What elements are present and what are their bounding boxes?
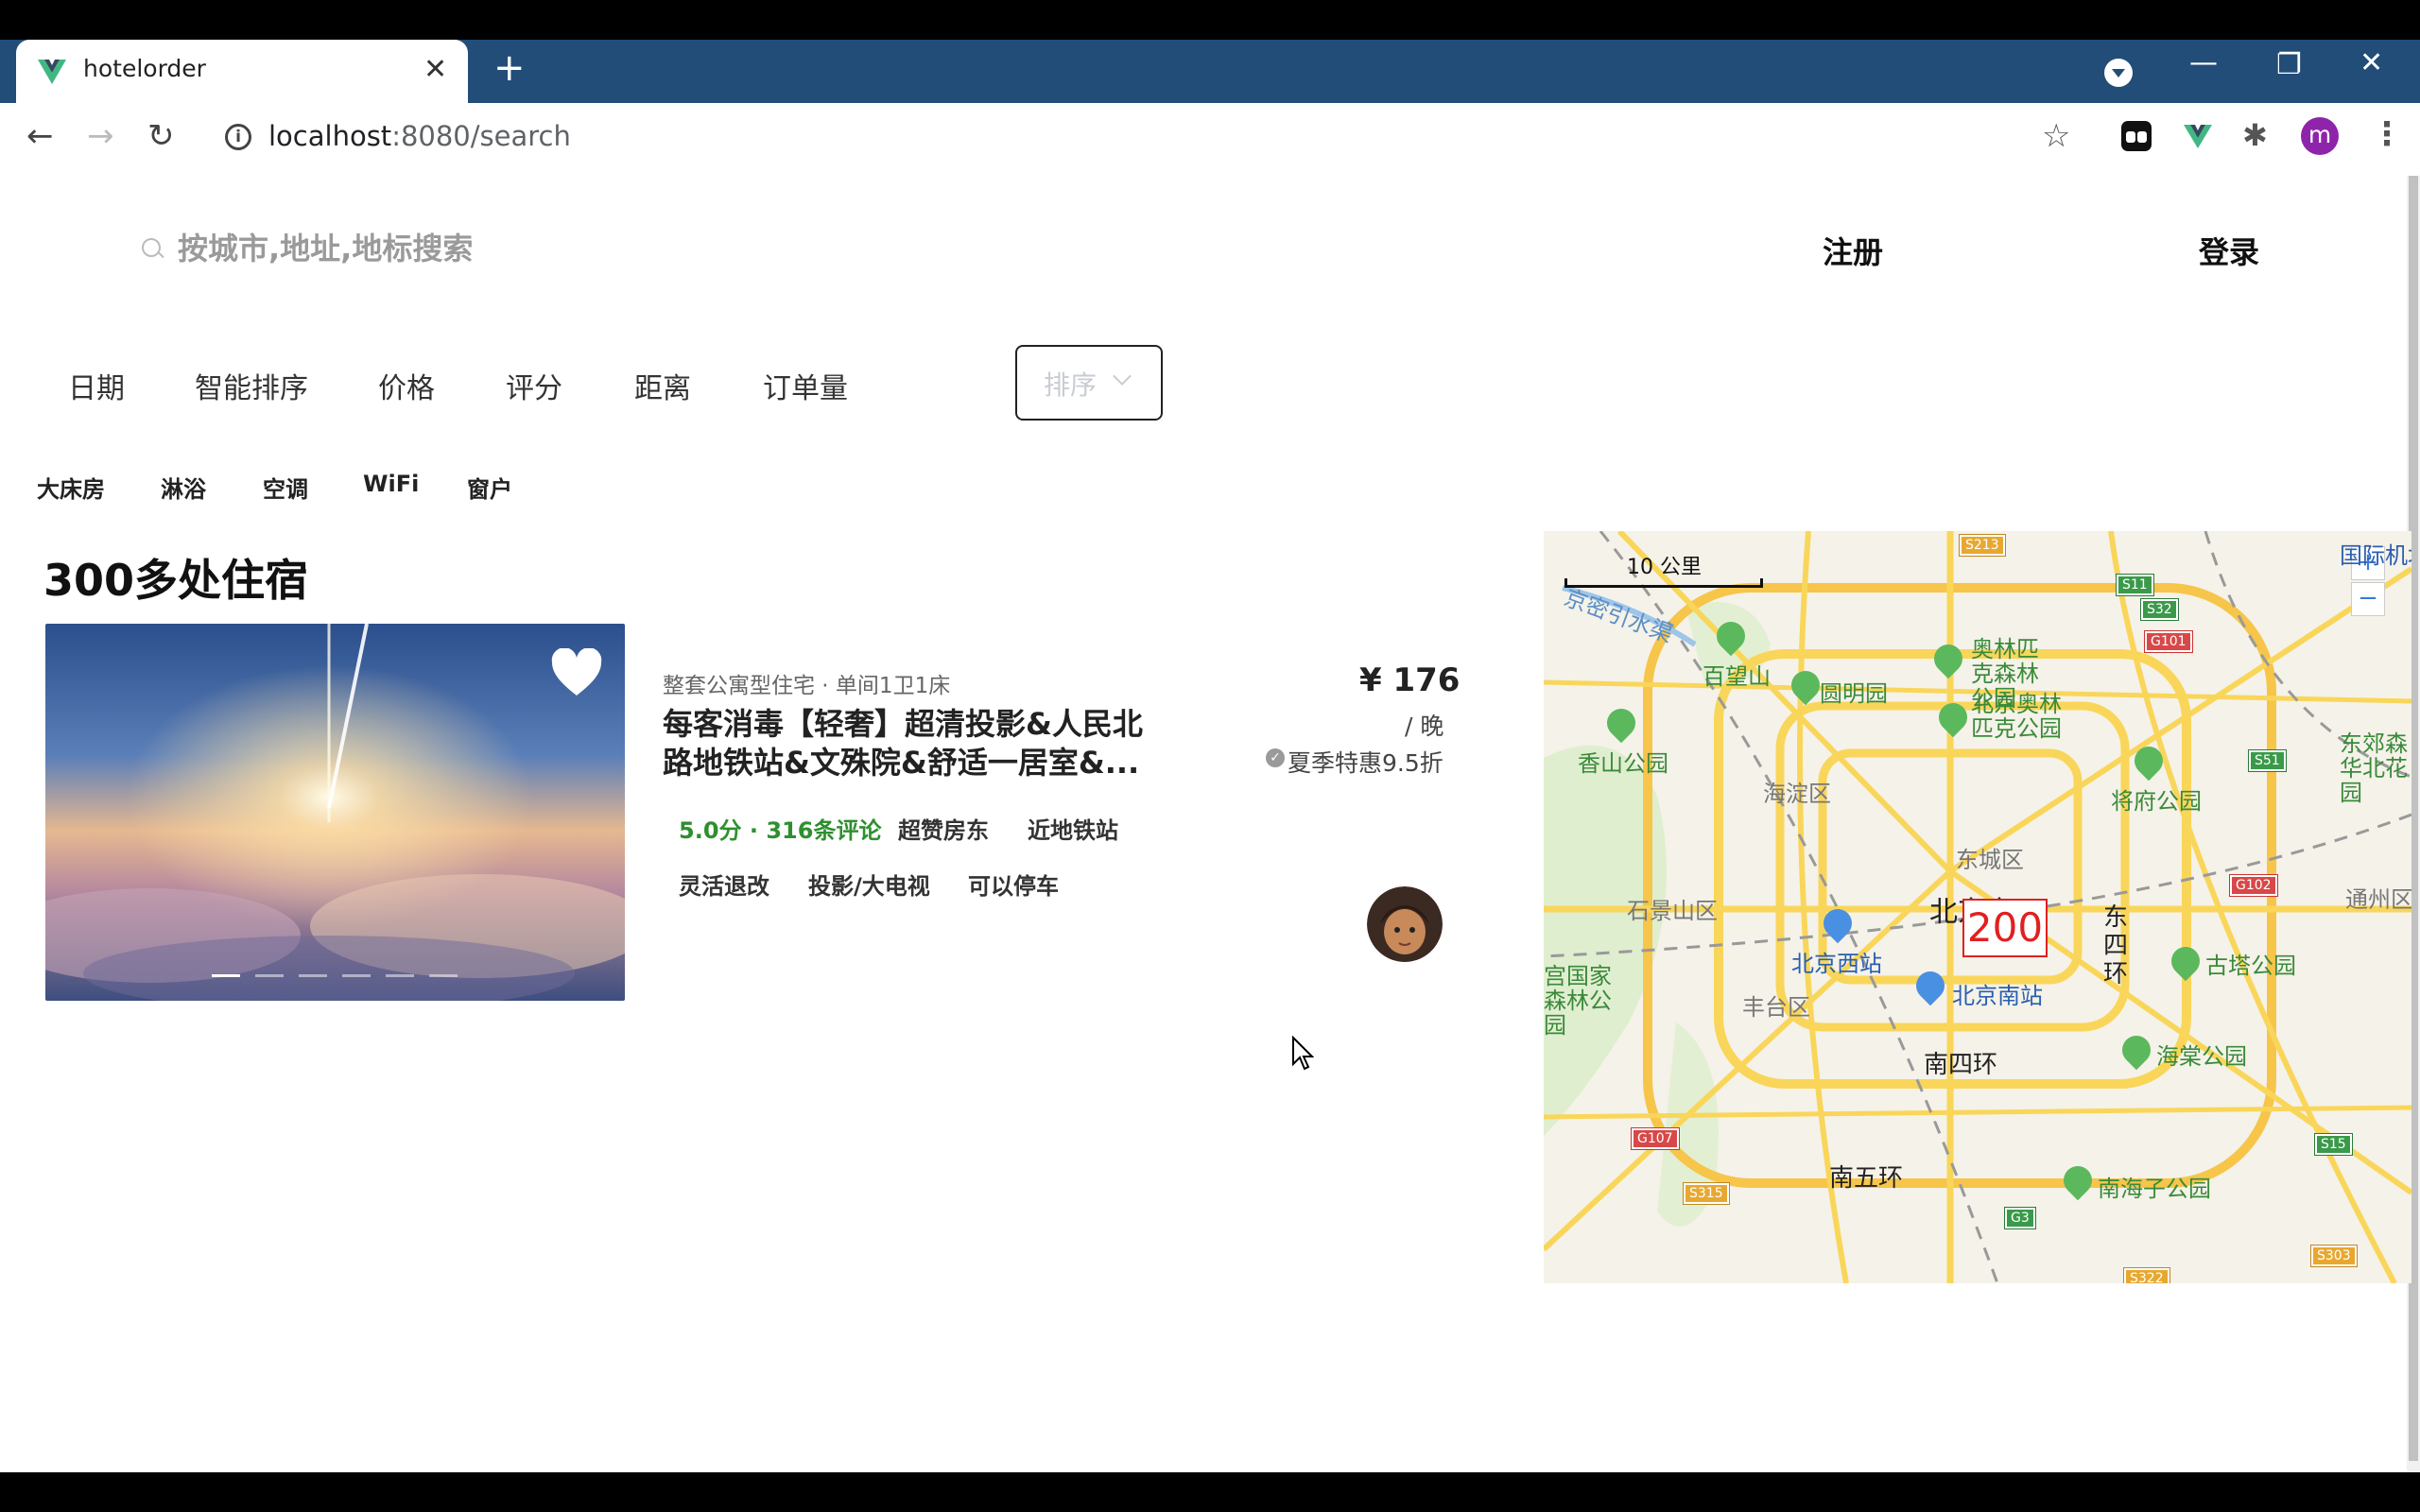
- map-label: 古塔公园: [2205, 953, 2296, 979]
- register-link[interactable]: 注册: [1823, 229, 1883, 272]
- road-badge: G102: [2229, 874, 2278, 897]
- listing-tag: 超赞房东: [898, 817, 989, 844]
- carousel-dot[interactable]: [299, 974, 327, 977]
- vue-logo-icon: [38, 60, 66, 84]
- url-host: localhost: [268, 120, 392, 152]
- results-count: 300多处住宿: [43, 555, 309, 606]
- map-label: 东郊森华北花园: [2340, 730, 2408, 806]
- filter-tab-smart-sort[interactable]: 智能排序: [195, 365, 308, 406]
- check-circle-icon: ✓: [1266, 748, 1285, 767]
- map-label: 百望山: [1703, 663, 1771, 690]
- map-label: 北京南站: [1952, 983, 2043, 1009]
- map-label: 丰台区: [1742, 994, 1810, 1021]
- map-label: 南五环: [1829, 1164, 1904, 1193]
- browser-menu-icon[interactable]: ⋮: [2371, 115, 2403, 153]
- map-label: 北京西站: [1791, 951, 1882, 977]
- discount-label: 夏季特惠9.5折: [1288, 749, 1443, 777]
- map-label: 香山公园: [1578, 750, 1668, 777]
- site-info-icon[interactable]: i: [225, 124, 251, 150]
- tab-title: hotelorder: [83, 55, 206, 82]
- restore-icon[interactable]: ❐: [2276, 51, 2302, 79]
- close-tab-icon[interactable]: ✕: [424, 53, 447, 86]
- map-scale-label: 10 公里: [1627, 556, 1702, 579]
- road-badge: S15: [2314, 1133, 2353, 1156]
- amenity-filter-shower[interactable]: 淋浴: [161, 471, 206, 504]
- amenity-filter-wifi[interactable]: WiFi: [363, 471, 419, 497]
- road-badge: G101: [2144, 630, 2193, 653]
- forward-icon[interactable]: →: [87, 117, 114, 155]
- map-label: 宫国家森林公园: [1544, 963, 1612, 1039]
- road-badge: S11: [2116, 574, 2154, 596]
- listing-tag: 投影/大电视: [808, 873, 930, 900]
- map-zoom-out-button[interactable]: −: [2351, 582, 2385, 616]
- minimize-icon[interactable]: —: [2189, 49, 2218, 77]
- road-badge: S51: [2248, 749, 2287, 772]
- road-badge: S303: [2310, 1245, 2358, 1267]
- road-badge: G3: [2004, 1207, 2036, 1229]
- map-cluster-marker[interactable]: 200: [1962, 899, 2048, 957]
- listing-photo[interactable]: [45, 624, 625, 1001]
- mouse-cursor-icon: [1292, 1036, 1314, 1071]
- extension-icon[interactable]: [2121, 121, 2152, 151]
- url-path: :8080/search: [391, 120, 571, 152]
- carousel-dot[interactable]: [342, 974, 371, 977]
- tab-search-icon[interactable]: [2104, 59, 2133, 87]
- map-label: 将府公园: [2111, 788, 2202, 815]
- filter-tab-distance[interactable]: 距离: [634, 365, 691, 406]
- profile-avatar[interactable]: m: [2301, 117, 2339, 155]
- listing-tag: 可以停车: [968, 873, 1059, 900]
- map-label: 东城区: [1956, 847, 2024, 873]
- favorite-heart-icon[interactable]: [550, 648, 603, 697]
- map-label: 通州区: [2345, 886, 2411, 913]
- listing-title[interactable]: 每客消毒【轻奢】超清投影&人民北路地铁站&文殊院&舒适一居室&...: [663, 705, 1154, 782]
- sort-placeholder: 排序: [1044, 369, 1098, 401]
- amenity-filter-bed[interactable]: 大床房: [37, 471, 105, 504]
- per-night-label: / 晚: [1405, 713, 1444, 740]
- listing-rating: 5.0分 · 316条评论: [679, 817, 882, 844]
- amenity-filter-window[interactable]: 窗户: [467, 471, 512, 504]
- reload-icon[interactable]: ↻: [147, 117, 175, 155]
- listing-type: 整套公寓型住宅 · 单间1卫1床: [663, 674, 951, 698]
- map-label: 海棠公园: [2156, 1043, 2247, 1070]
- map-label: 南海子公园: [2098, 1176, 2211, 1202]
- filter-tab-rating[interactable]: 评分: [506, 365, 562, 406]
- amenity-filter-ac[interactable]: 空调: [263, 471, 308, 504]
- host-avatar[interactable]: [1367, 886, 1443, 962]
- results-map[interactable]: 10 公里 + − 京密引水渠 百望山 圆明园 奥林匹克森林公园 北京奥林匹克公…: [1544, 531, 2411, 1283]
- road-badge: G107: [1631, 1127, 1680, 1150]
- address-bar[interactable]: localhost:8080/search: [268, 120, 571, 152]
- map-label: 石景山区: [1627, 898, 1718, 924]
- map-label: 海淀区: [1763, 781, 1831, 807]
- road-badge: S213: [1959, 534, 2006, 557]
- map-label: 圆明园: [1820, 680, 1888, 707]
- search-input[interactable]: [178, 225, 839, 272]
- close-window-icon[interactable]: ✕: [2360, 49, 2383, 77]
- extensions-puzzle-icon[interactable]: ✱: [2242, 117, 2268, 153]
- login-link[interactable]: 登录: [2199, 229, 2259, 272]
- map-label: 南四环: [1924, 1051, 1998, 1079]
- road-badge: S322: [2123, 1267, 2170, 1283]
- road-badge: S32: [2140, 598, 2179, 621]
- bookmark-star-icon[interactable]: ☆: [2042, 117, 2070, 155]
- search-icon: [142, 238, 161, 257]
- new-tab-icon[interactable]: +: [493, 49, 526, 87]
- listing-price: ¥ 176: [1359, 662, 1461, 699]
- vue-devtools-icon[interactable]: [2184, 123, 2212, 149]
- carousel-dot[interactable]: [429, 974, 458, 977]
- carousel-dot[interactable]: [212, 974, 240, 977]
- filter-tab-price[interactable]: 价格: [378, 365, 435, 406]
- carousel-dot[interactable]: [386, 974, 414, 977]
- filter-tab-date[interactable]: 日期: [68, 365, 125, 406]
- carousel-dot[interactable]: [255, 974, 284, 977]
- road-badge: S315: [1683, 1182, 1730, 1205]
- filter-tab-orders[interactable]: 订单量: [763, 365, 848, 406]
- listing-tag: 近地铁站: [1028, 817, 1118, 844]
- back-icon[interactable]: ←: [26, 117, 54, 155]
- map-label: 北京奥林匹克公园: [1971, 691, 2062, 742]
- screen-bottom-bar: [0, 1472, 2420, 1512]
- listing-tag: 灵活退改: [679, 873, 769, 900]
- map-label: 国际机场: [2340, 542, 2411, 569]
- map-label: 东四环: [2103, 903, 2129, 988]
